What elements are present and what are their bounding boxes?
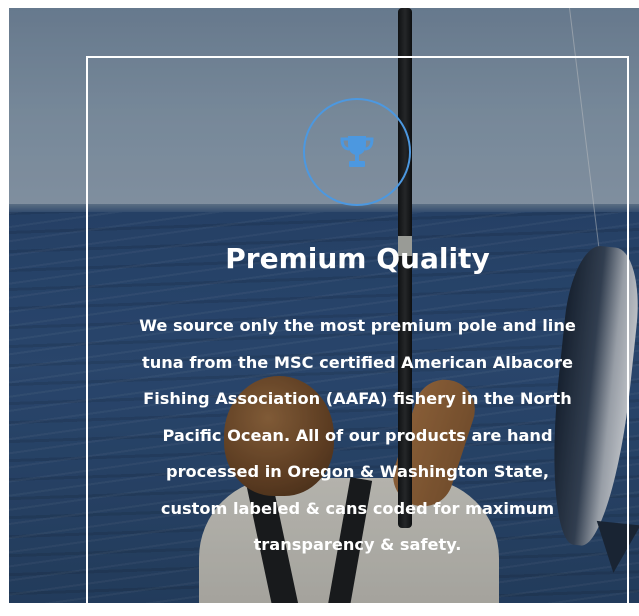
feature-icon-circle (303, 98, 411, 206)
trophy-icon (340, 136, 374, 167)
feature-description: We source only the most premium pole and… (139, 316, 576, 554)
feature-title: Premium Quality (225, 242, 490, 275)
